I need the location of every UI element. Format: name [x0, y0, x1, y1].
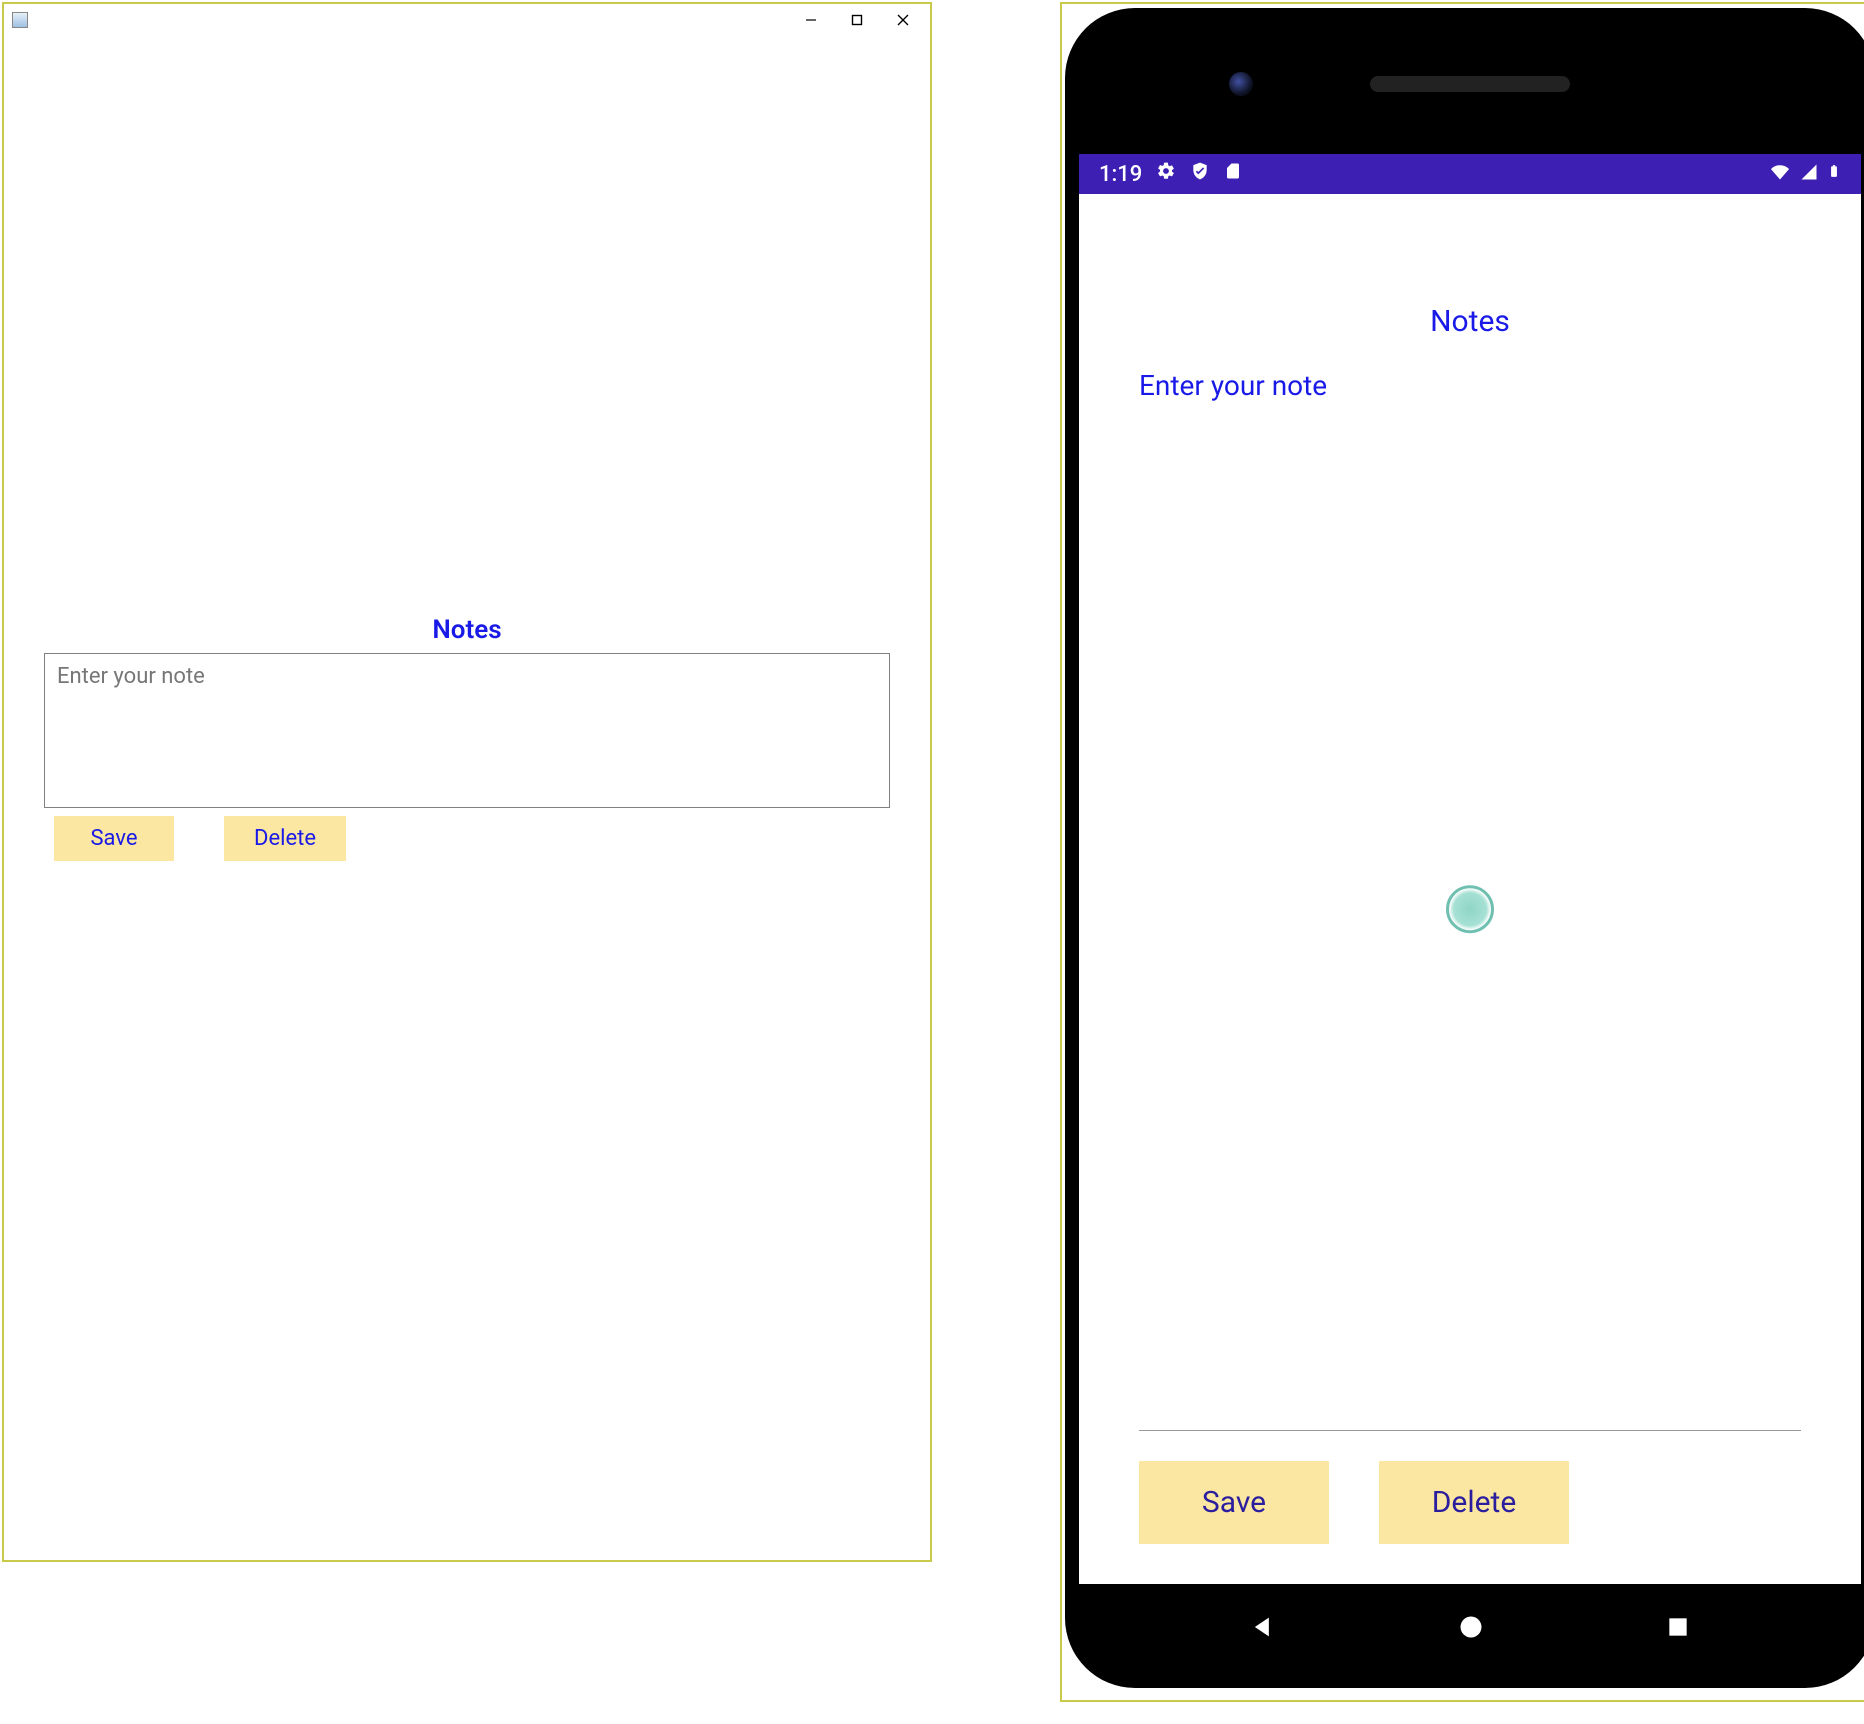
sd-card-icon: [1224, 161, 1242, 187]
phone-frame-highlight: 1:19: [1060, 2, 1864, 1702]
phone-button-row: Save Delete: [1139, 1461, 1801, 1544]
status-bar-left: 1:19: [1099, 161, 1242, 187]
nav-home-icon[interactable]: [1457, 1613, 1485, 1645]
android-nav-bar: [1079, 1584, 1861, 1674]
phone-bezel-top: [1079, 22, 1861, 154]
button-row: Save Delete: [44, 816, 890, 861]
phone-camera-icon: [1229, 72, 1253, 96]
touch-ripple-icon: [1446, 885, 1494, 933]
phone-save-button[interactable]: Save: [1139, 1461, 1329, 1544]
desktop-window: Notes Save Delete: [2, 2, 932, 1562]
nav-back-icon[interactable]: [1249, 1613, 1277, 1645]
shield-icon: [1190, 161, 1210, 187]
phone-note-input[interactable]: Enter your note: [1139, 369, 1801, 1410]
phone-note-hint: Enter your note: [1139, 369, 1801, 402]
phone-notes-heading: Notes: [1139, 304, 1801, 339]
maximize-button[interactable]: [834, 4, 880, 36]
phone-speaker-icon: [1370, 76, 1570, 92]
phone-delete-button[interactable]: Delete: [1379, 1461, 1569, 1544]
phone-screen-outer: 1:19: [1079, 22, 1861, 1674]
minimize-button[interactable]: [788, 4, 834, 36]
window-title-bar: [4, 4, 930, 36]
window-controls: [788, 4, 926, 36]
note-input[interactable]: [44, 653, 890, 808]
desktop-content: Notes Save Delete: [4, 36, 930, 1560]
status-bar-right: [1769, 160, 1841, 188]
phone-app-screen: Notes Enter your note Save Delete: [1079, 194, 1861, 1584]
notes-form: Notes Save Delete: [44, 615, 890, 861]
close-button[interactable]: [880, 4, 926, 36]
note-input-underline: [1139, 1430, 1801, 1431]
android-status-bar: 1:19: [1079, 154, 1861, 194]
notes-heading: Notes: [44, 615, 890, 645]
phone-device-body: 1:19: [1065, 8, 1864, 1688]
wifi-icon: [1769, 162, 1791, 187]
delete-button[interactable]: Delete: [224, 816, 346, 861]
app-icon: [12, 12, 28, 28]
save-button[interactable]: Save: [54, 816, 174, 861]
nav-recents-icon[interactable]: [1665, 1614, 1691, 1644]
settings-icon: [1156, 161, 1176, 187]
status-time: 1:19: [1099, 162, 1142, 187]
title-bar-left: [8, 8, 32, 32]
battery-icon: [1827, 160, 1841, 188]
signal-icon: [1799, 162, 1819, 187]
